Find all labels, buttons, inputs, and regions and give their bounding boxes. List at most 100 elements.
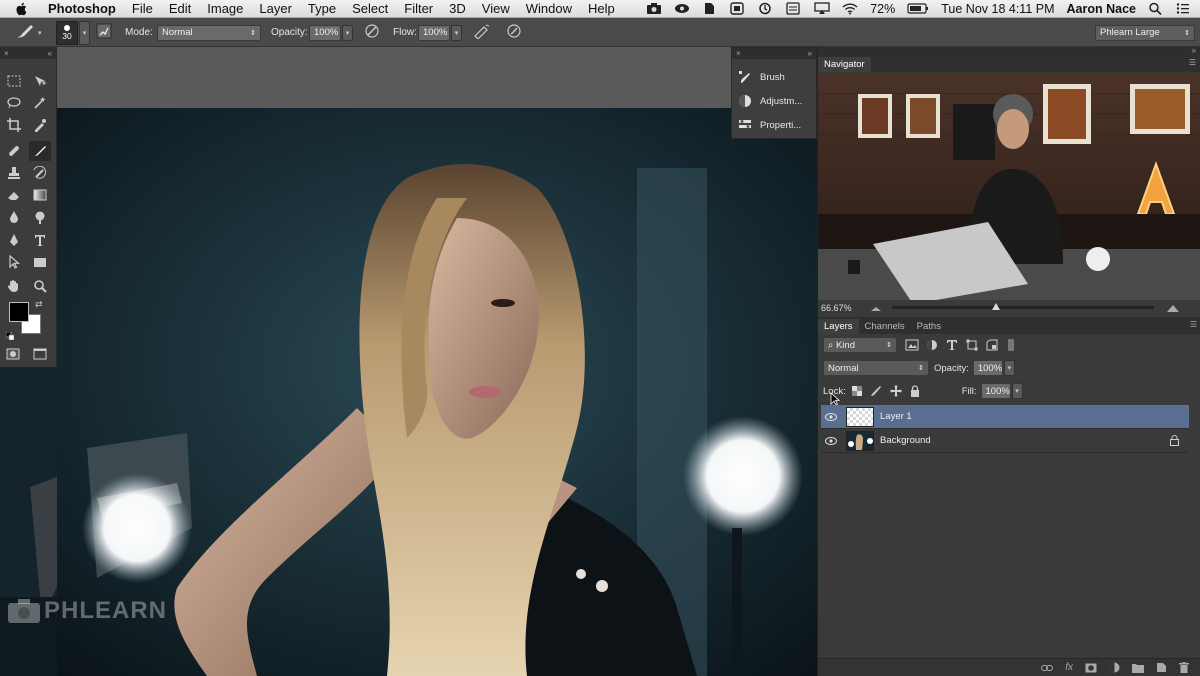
filter-type-icon[interactable]: [946, 339, 958, 351]
menu-view[interactable]: View: [474, 0, 518, 18]
menu-window[interactable]: Window: [518, 0, 580, 18]
document-image[interactable]: [57, 108, 817, 676]
zoom-out-icon[interactable]: [870, 304, 882, 312]
visibility-eye-icon[interactable]: [821, 436, 841, 445]
blend-mode-select[interactable]: Normal ⇕: [157, 24, 261, 41]
opacity-slider-toggle[interactable]: ▾: [342, 24, 353, 41]
menu-filter[interactable]: Filter: [396, 0, 441, 18]
pressure-size-toggle[interactable]: [506, 18, 522, 47]
airbrush-toggle[interactable]: [473, 18, 491, 47]
new-adjustment-layer-icon[interactable]: [1109, 662, 1120, 673]
zoom-in-icon[interactable]: [1166, 303, 1180, 313]
filter-toggle-icon[interactable]: [1008, 339, 1014, 351]
move-tool[interactable]: [29, 71, 51, 91]
camera-icon[interactable]: [646, 2, 662, 15]
screen-mode-toggle[interactable]: [29, 344, 51, 364]
tools-panel-header[interactable]: × «: [0, 47, 56, 59]
path-selection-tool[interactable]: [3, 252, 25, 272]
opacity-input[interactable]: 100%: [309, 24, 341, 41]
lock-image-pixels-icon[interactable]: [870, 385, 882, 397]
spotlight-search-icon[interactable]: [1148, 2, 1164, 16]
layer-opacity-slider-toggle[interactable]: ▾: [1003, 360, 1015, 376]
dock-item-brush[interactable]: Brush: [738, 67, 785, 87]
menu-file[interactable]: File: [124, 0, 161, 18]
crop-tool[interactable]: [3, 115, 25, 135]
dock-header[interactable]: × »: [732, 48, 816, 59]
brush-tool[interactable]: [29, 141, 51, 161]
document-canvas-area[interactable]: [57, 47, 817, 676]
panel-column-header[interactable]: »: [818, 47, 1200, 55]
panel-menu-icon[interactable]: ☰: [1190, 320, 1197, 329]
brush-panel-toggle[interactable]: [96, 18, 112, 47]
menu-select[interactable]: Select: [344, 0, 396, 18]
fill-slider-toggle[interactable]: ▾: [1011, 383, 1023, 399]
navigator-preview[interactable]: [818, 74, 1200, 300]
layer-filter-select[interactable]: ⌕ Kind ⇕: [823, 337, 897, 353]
menu-layer[interactable]: Layer: [251, 0, 300, 18]
type-tool[interactable]: [29, 230, 51, 250]
layer-name[interactable]: Layer 1: [880, 411, 912, 422]
gradient-tool[interactable]: [29, 185, 51, 205]
tab-paths[interactable]: Paths: [911, 319, 947, 334]
tab-navigator[interactable]: Navigator: [818, 57, 871, 72]
layer-style-fx-icon[interactable]: fx: [1065, 662, 1073, 673]
clone-stamp-tool[interactable]: [3, 163, 25, 183]
lock-all-icon[interactable]: [910, 385, 920, 397]
notes-icon[interactable]: [786, 2, 802, 15]
lock-transparent-pixels-icon[interactable]: [851, 386, 862, 396]
quick-mask-toggle[interactable]: [2, 344, 24, 364]
quick-selection-tool[interactable]: [29, 93, 51, 113]
zoom-slider-thumb[interactable]: [992, 303, 1001, 310]
fill-input[interactable]: 100%: [980, 383, 1011, 399]
filter-adjustment-icon[interactable]: [926, 339, 938, 351]
notification-center-icon[interactable]: [1176, 2, 1192, 15]
close-icon[interactable]: ×: [4, 49, 9, 58]
zoom-tool[interactable]: [29, 276, 51, 296]
link-layers-icon[interactable]: [1041, 664, 1054, 672]
layer-row-background[interactable]: Background: [821, 429, 1189, 453]
menu-app[interactable]: Photoshop: [40, 0, 124, 18]
rectangle-tool[interactable]: [29, 252, 51, 272]
layer-row-layer-1[interactable]: Layer 1: [821, 405, 1189, 429]
evernote-icon[interactable]: [702, 2, 718, 15]
hand-tool[interactable]: [3, 276, 25, 296]
chevron-down-icon[interactable]: ▾: [79, 20, 90, 45]
filter-pixel-icon[interactable]: [905, 339, 919, 351]
collapse-icon[interactable]: »: [1192, 46, 1196, 55]
pen-tool[interactable]: [3, 230, 25, 250]
expand-icon[interactable]: »: [808, 49, 812, 58]
tab-layers[interactable]: Layers: [818, 319, 859, 334]
layer-name[interactable]: Background: [880, 435, 931, 446]
wifi-icon[interactable]: [842, 2, 858, 15]
filter-smart-object-icon[interactable]: [986, 339, 998, 351]
panel-menu-icon[interactable]: ☰: [1189, 58, 1196, 67]
tab-channels[interactable]: Channels: [859, 319, 911, 334]
new-group-icon[interactable]: [1132, 663, 1144, 673]
dodge-tool[interactable]: [29, 207, 51, 227]
flow-slider-toggle[interactable]: ▾: [451, 24, 462, 41]
zoom-level[interactable]: 66.67%: [821, 303, 852, 313]
sync-icon[interactable]: [758, 2, 774, 15]
blur-tool[interactable]: [3, 207, 25, 227]
foreground-color-swatch[interactable]: [9, 302, 29, 322]
swap-colors-icon[interactable]: ⇄: [35, 299, 43, 310]
tool-preset-picker[interactable]: ▾: [14, 18, 42, 47]
dropbox-icon[interactable]: [730, 2, 746, 15]
brush-size-picker[interactable]: 30 ▾: [56, 18, 90, 47]
lasso-tool[interactable]: [3, 93, 25, 113]
layer-blend-mode-select[interactable]: Normal ⇕: [823, 360, 929, 376]
marquee-tool[interactable]: [3, 71, 25, 91]
layer-opacity-input[interactable]: 100%: [972, 360, 1003, 376]
dock-item-adjustments[interactable]: Adjustm...: [738, 91, 802, 111]
menu-image[interactable]: Image: [199, 0, 251, 18]
dock-item-properties[interactable]: Properti...: [738, 115, 801, 135]
add-layer-mask-icon[interactable]: [1085, 663, 1097, 673]
cloud-eye-icon[interactable]: [674, 2, 690, 15]
filter-shape-icon[interactable]: [966, 339, 978, 351]
menu-help[interactable]: Help: [580, 0, 623, 18]
healing-brush-tool[interactable]: [3, 141, 25, 161]
clock[interactable]: Tue Nov 18 4:11 PM: [941, 2, 1054, 16]
visibility-eye-icon[interactable]: [821, 412, 841, 421]
menu-3d[interactable]: 3D: [441, 0, 474, 18]
apple-icon[interactable]: [12, 1, 30, 17]
